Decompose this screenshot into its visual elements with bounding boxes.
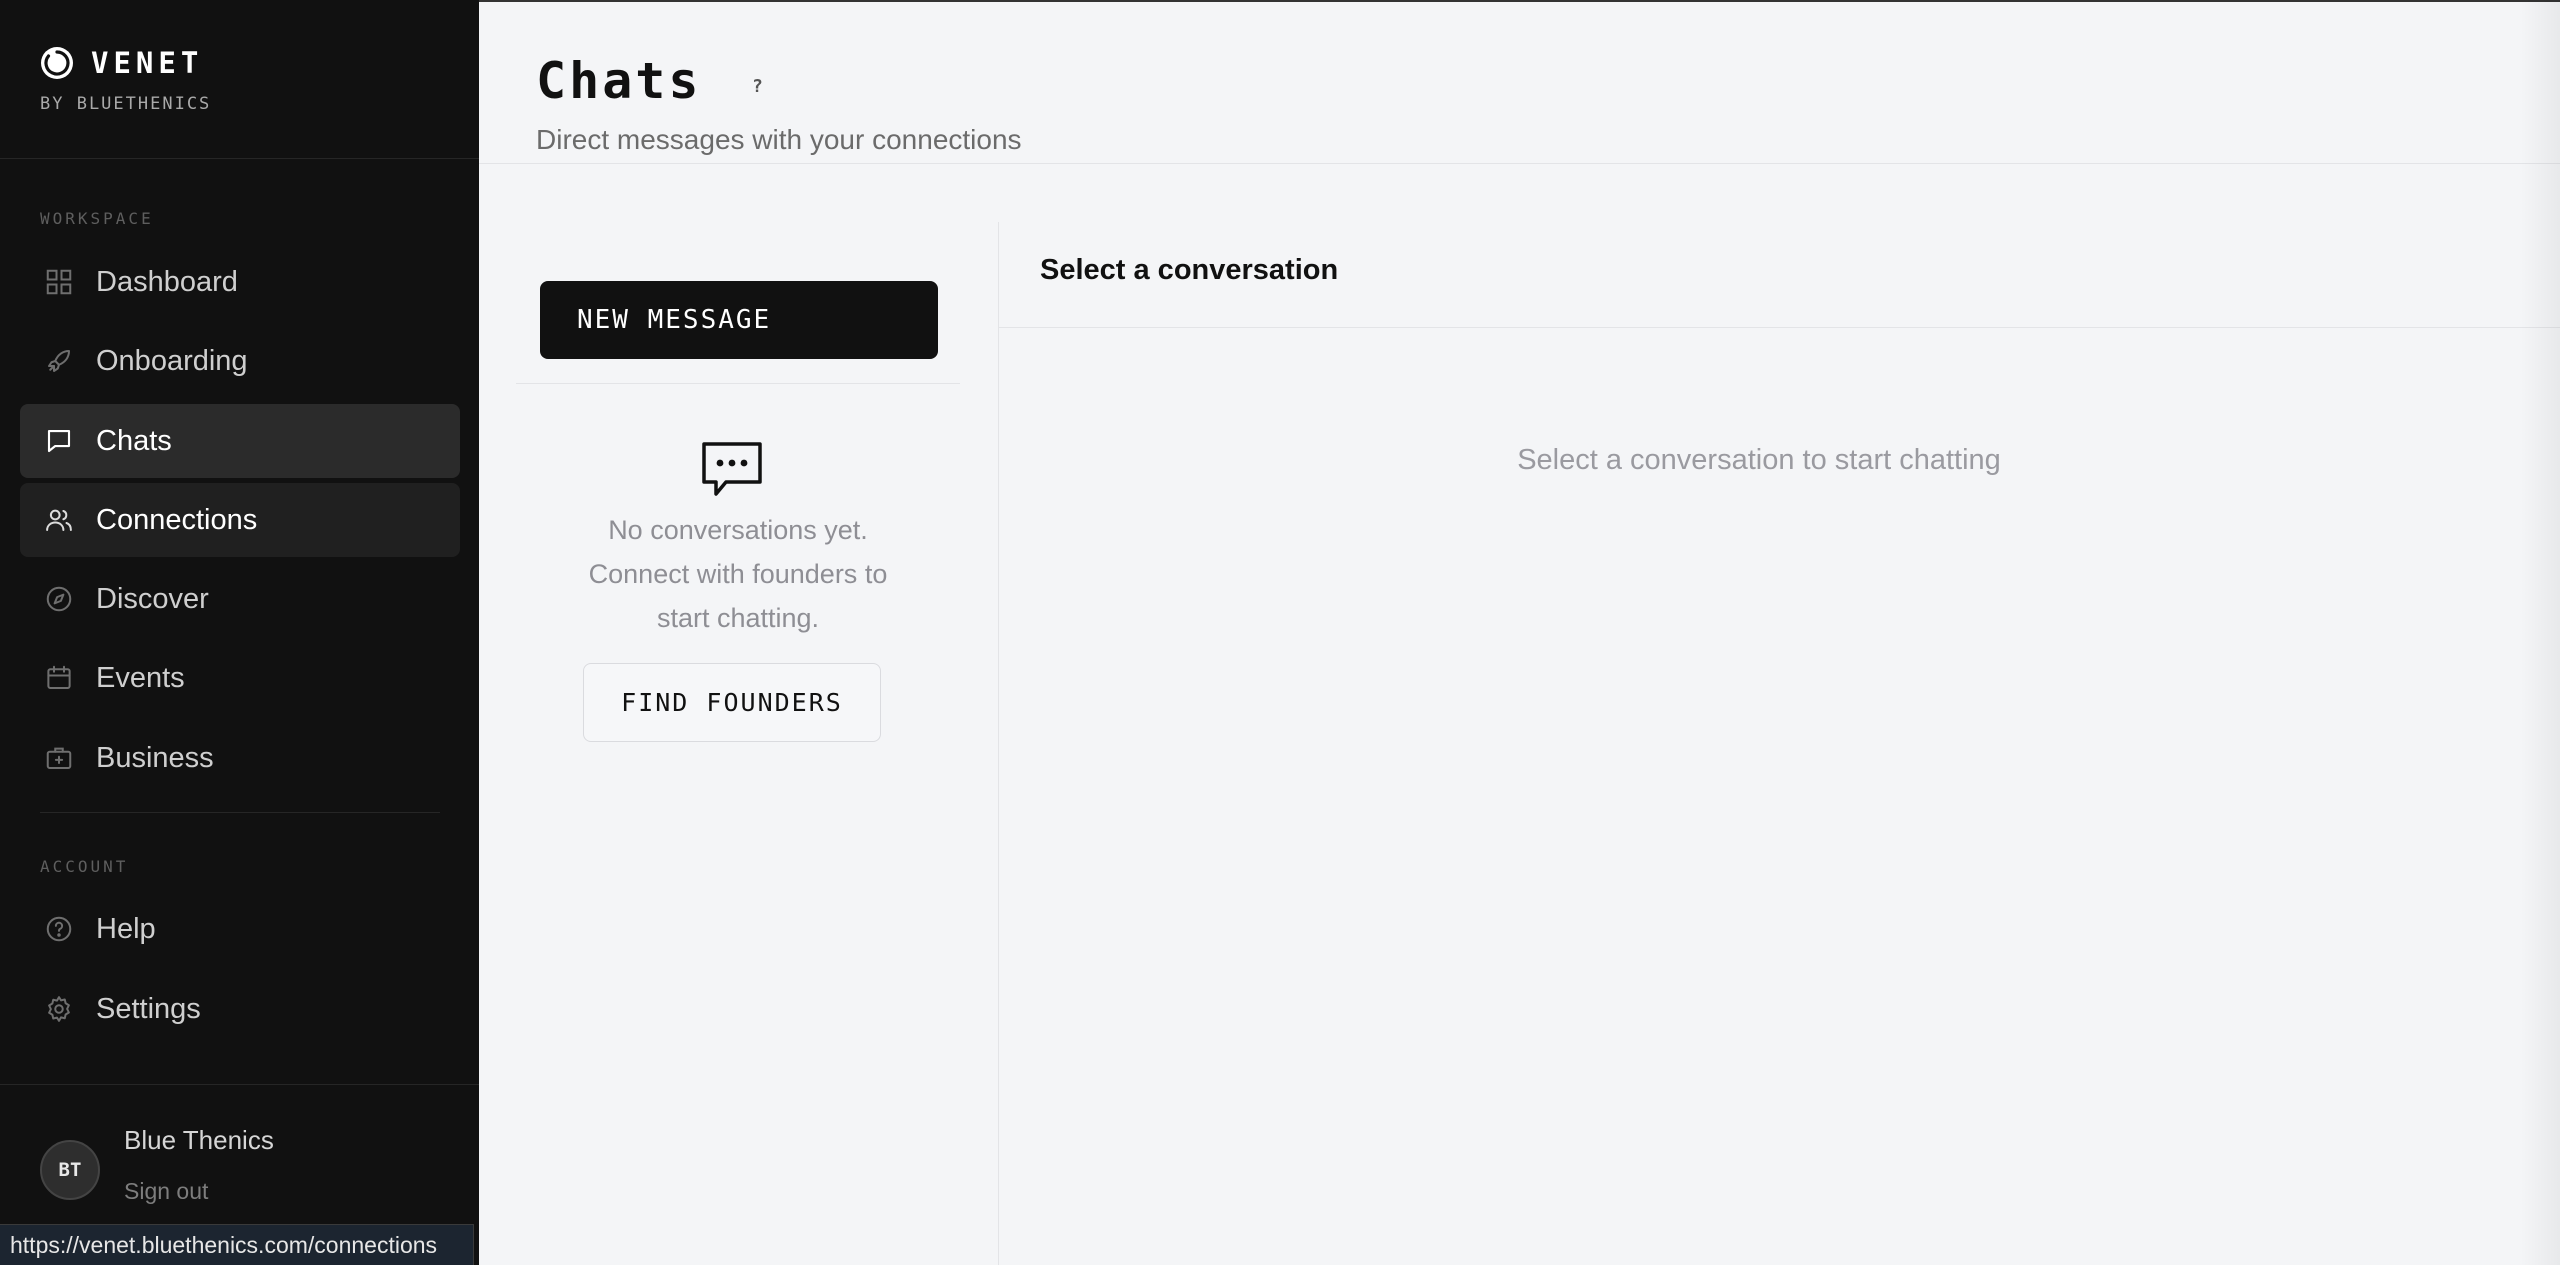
brand[interactable]: VENET BY BLUETHENICS xyxy=(40,46,211,114)
new-message-button[interactable]: NEW MESSAGE xyxy=(540,281,938,359)
panel-divider xyxy=(998,222,999,1265)
account-section-label: ACCOUNT xyxy=(40,857,129,876)
sidebar-item-label: Help xyxy=(96,912,156,945)
empty-state-line: No conversations yet. xyxy=(608,515,868,545)
sidebar-item-label: Business xyxy=(96,741,214,774)
chat-dots-icon xyxy=(702,442,762,496)
sidebar-item-help[interactable]: Help xyxy=(20,892,460,966)
users-icon xyxy=(42,503,76,537)
venet-logo-icon xyxy=(41,47,73,79)
conversation-header-divider xyxy=(999,327,2560,328)
briefcase-icon xyxy=(42,741,76,775)
sidebar: VENET BY BLUETHENICS WORKSPACE Dashboard… xyxy=(0,0,479,1265)
sidebar-item-business[interactable]: Business xyxy=(20,721,460,795)
sidebar-item-label: Connections xyxy=(96,503,258,536)
rocket-icon xyxy=(42,344,76,378)
help-tooltip-icon[interactable]: ? xyxy=(752,76,763,97)
empty-state-text: No conversations yet. Connect with found… xyxy=(516,508,960,640)
sidebar-item-label: Dashboard xyxy=(96,265,238,298)
sidebar-section-divider xyxy=(40,812,440,813)
empty-state-line: Connect with founders to xyxy=(588,559,888,589)
avatar[interactable]: BT xyxy=(40,1140,100,1200)
calendar-icon xyxy=(42,661,76,695)
chat-list-divider xyxy=(516,383,960,384)
sidebar-item-settings[interactable]: Settings xyxy=(20,972,460,1046)
find-founders-button[interactable]: FIND FOUNDERS xyxy=(583,663,881,742)
sidebar-item-events[interactable]: Events xyxy=(20,641,460,715)
grid-icon xyxy=(42,265,76,299)
sidebar-item-dashboard[interactable]: Dashboard xyxy=(20,245,460,319)
sidebar-item-label: Onboarding xyxy=(96,344,248,377)
conversation-title: Select a conversation xyxy=(1040,254,1339,286)
sidebar-item-discover[interactable]: Discover xyxy=(20,562,460,636)
sidebar-item-label: Discover xyxy=(96,582,209,615)
header-divider xyxy=(479,163,2560,164)
sign-out-link[interactable]: Sign out xyxy=(124,1178,274,1205)
sidebar-item-chats[interactable]: Chats xyxy=(20,404,460,478)
gear-icon xyxy=(42,992,76,1026)
link-preview-status-bar: https://venet.bluethenics.com/connection… xyxy=(0,1224,474,1265)
page-subtitle: Direct messages with your connections xyxy=(536,124,1022,155)
chat-bubble-icon xyxy=(42,424,76,458)
empty-state-line: start chatting. xyxy=(656,603,820,633)
sidebar-item-label: Chats xyxy=(96,424,172,457)
sidebar-item-label: Settings xyxy=(96,992,201,1025)
help-circle-icon xyxy=(42,912,76,946)
sidebar-item-onboarding[interactable]: Onboarding xyxy=(20,324,460,398)
brand-subtitle: BY BLUETHENICS xyxy=(40,94,212,114)
conversation-placeholder: Select a conversation to start chatting xyxy=(1517,444,2001,476)
workspace-section-label: WORKSPACE xyxy=(40,209,154,228)
user-profile: BT Blue Thenics Sign out xyxy=(40,1125,274,1205)
edge-shadow xyxy=(2520,0,2560,1265)
main-content: Chats ? Direct messages with your connec… xyxy=(479,0,2560,1265)
top-border xyxy=(479,0,2560,2)
sidebar-item-connections[interactable]: Connections xyxy=(20,483,460,557)
compass-icon xyxy=(42,582,76,616)
sidebar-footer-divider xyxy=(0,1084,479,1085)
user-name: Blue Thenics xyxy=(124,1125,274,1155)
sidebar-divider xyxy=(0,158,479,159)
page-title: Chats xyxy=(536,52,702,110)
sidebar-item-label: Events xyxy=(96,661,185,694)
brand-name: VENET xyxy=(91,46,204,80)
